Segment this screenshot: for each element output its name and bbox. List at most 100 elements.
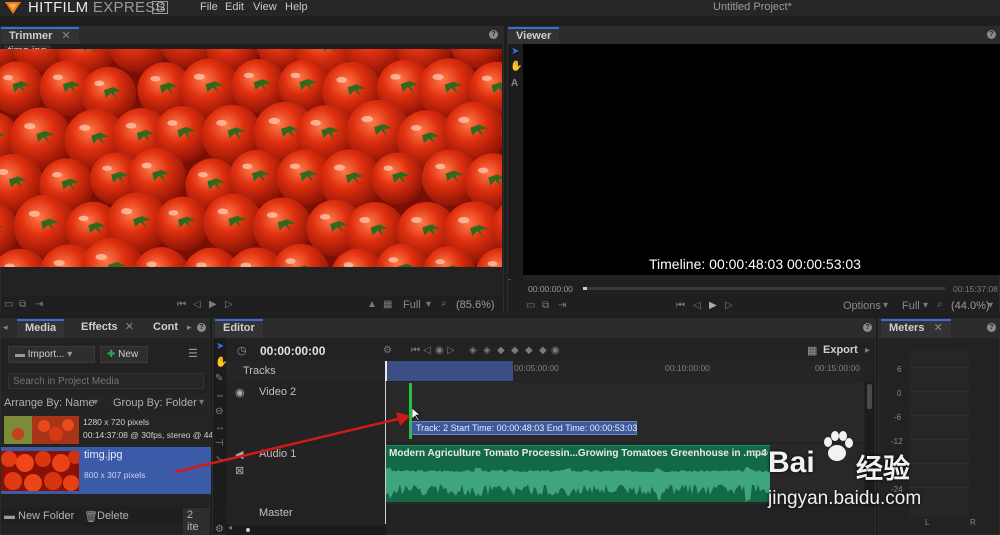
editor-timecode[interactable]: 00:00:00:00 — [260, 344, 325, 358]
scroll-thumb[interactable] — [246, 528, 250, 532]
overlay-icon[interactable]: ⇥ — [35, 299, 43, 310]
help-icon[interactable]: ? — [489, 30, 498, 39]
mark-in-icon[interactable]: ◈ — [469, 345, 477, 356]
timeline-ruler[interactable]: 00:05:00:00 00:10:00:00 00:15:00:00 — [513, 361, 863, 381]
tab-media[interactable]: Media — [17, 319, 65, 338]
group-by-select[interactable]: Group By: Folder — [113, 397, 197, 409]
chevron-down-icon[interactable]: ▾ — [988, 300, 993, 311]
viewer-zoom[interactable]: (44.0%) — [951, 300, 990, 312]
chevron-down-icon[interactable]: ▾ — [923, 300, 928, 311]
select-tool-icon[interactable]: ➤ — [511, 46, 519, 57]
viewer-quality[interactable]: Full — [902, 300, 920, 312]
link-icon[interactable]: ⊂⊃ — [752, 448, 769, 459]
export-button[interactable]: Export — [823, 344, 858, 356]
tab-viewer[interactable]: Viewer — [508, 27, 560, 44]
go-start-icon[interactable]: ⏮ — [177, 299, 186, 310]
loop-icon[interactable]: ◉ — [551, 345, 560, 356]
viewer-scrubber[interactable] — [583, 287, 945, 290]
play-icon[interactable]: ▶ — [709, 300, 717, 311]
chevron-right-icon[interactable]: ▸ — [865, 345, 870, 356]
help-icon[interactable]: ? — [863, 323, 872, 332]
step-back-icon[interactable]: ◁ — [193, 299, 201, 310]
step-back-icon[interactable]: ◁ — [423, 345, 431, 356]
tomato-highlight — [146, 261, 157, 267]
tomato-highlight — [121, 208, 133, 215]
media-search-input[interactable] — [8, 373, 204, 389]
tomato-highlight — [383, 165, 393, 171]
help-icon[interactable]: ? — [987, 323, 996, 332]
keyframe-next-icon[interactable]: ◆ — [539, 345, 547, 356]
slip-tool-icon[interactable]: ⇔ — [215, 390, 225, 401]
keyframe-icon[interactable]: ◆ — [525, 345, 533, 356]
step-forward-icon[interactable]: ▷ — [225, 299, 233, 310]
chevron-down-icon[interactable]: ▾ — [883, 300, 888, 311]
step-back-icon[interactable]: ◁ — [693, 300, 701, 311]
folder-icon: ▬ — [4, 510, 15, 522]
razor-tool-icon[interactable]: ✎ — [215, 373, 223, 384]
export-icon[interactable]: ▦ — [807, 344, 817, 357]
menu-help[interactable]: Help — [285, 1, 308, 13]
close-icon[interactable]: ✕ — [125, 321, 134, 333]
close-icon[interactable]: ✕ — [934, 322, 943, 334]
step-forward-icon[interactable]: ▷ — [447, 345, 455, 356]
scopes-icon[interactable]: ▲ — [367, 299, 377, 310]
viewer-canvas[interactable] — [523, 44, 1000, 275]
arrange-by-select[interactable]: Arrange By: Name — [4, 397, 94, 409]
chevron-down-icon: ▾ — [67, 349, 73, 360]
trimmer-zoom[interactable]: (85.6%) — [456, 299, 495, 311]
overlay-icon[interactable]: ⇥ — [558, 300, 566, 311]
help-icon[interactable]: ? — [987, 30, 996, 39]
zoom-icon[interactable]: ⌕ — [441, 298, 447, 309]
viewer-options[interactable]: Options — [843, 300, 881, 312]
track-scroll[interactable]: ◂ — [226, 523, 386, 535]
settings-icon[interactable]: ⚙ — [215, 524, 224, 535]
eye-icon[interactable]: ◉ — [235, 386, 245, 399]
grid-icon[interactable]: ▦ — [383, 299, 392, 310]
chevron-down-icon[interactable]: ▾ — [93, 397, 98, 408]
chevron-left-icon[interactable]: ◂ — [3, 322, 8, 333]
tab-effects[interactable]: Effects ✕ — [73, 319, 142, 336]
list-view-icon[interactable]: ☰ — [188, 347, 198, 360]
chevron-right-icon[interactable]: ▸ — [187, 322, 192, 333]
tab-controls[interactable]: Cont — [145, 319, 186, 336]
close-icon[interactable]: ✕ — [61, 30, 70, 42]
step-forward-icon[interactable]: ▷ — [725, 300, 733, 311]
go-start-icon[interactable]: ⏮ — [676, 300, 685, 311]
tab-meters[interactable]: Meters ✕ — [881, 319, 951, 338]
timeline-ruler-selection[interactable] — [386, 361, 513, 381]
menu-view[interactable]: View — [253, 1, 277, 13]
import-button[interactable]: ▬ Import... ▾ — [8, 346, 95, 363]
delete-button[interactable]: Delete — [97, 510, 129, 522]
hitfilm-window: HITFILM EXPRESS 12 File Edit View Help U… — [0, 0, 1000, 535]
prev-edit-icon[interactable]: ◆ — [497, 345, 505, 356]
chevron-down-icon[interactable]: ▾ — [426, 299, 431, 310]
hand-tool-icon[interactable]: ✋ — [510, 61, 522, 72]
next-edit-icon[interactable]: ◆ — [511, 345, 519, 356]
go-start-icon[interactable]: ⏮ — [411, 345, 420, 356]
play-icon[interactable]: ▶ — [209, 299, 217, 310]
tab-editor[interactable]: Editor — [215, 319, 263, 338]
text-tool-icon[interactable]: A — [511, 78, 518, 89]
vscroll-thumb[interactable] — [867, 384, 872, 409]
trimmer-quality[interactable]: Full — [403, 299, 421, 311]
chevron-down-icon[interactable]: ▾ — [199, 397, 204, 408]
scrub-head[interactable] — [583, 287, 587, 290]
insert-icon[interactable]: ⧉ — [19, 299, 26, 310]
select-tool-icon[interactable]: ➤ — [216, 341, 224, 352]
new-folder-button[interactable]: New Folder — [18, 510, 74, 522]
menu-edit[interactable]: Edit — [225, 1, 244, 13]
insert-icon[interactable]: ⧉ — [542, 300, 549, 311]
render-icon[interactable]: ⚙ — [383, 345, 392, 356]
tab-trimmer[interactable]: Trimmer ✕ — [1, 27, 79, 44]
chevron-left-icon[interactable]: ◂ — [228, 523, 232, 532]
screen-icon[interactable]: ▭ — [4, 299, 13, 310]
playhead-handle[interactable] — [385, 361, 387, 381]
menu-file[interactable]: File — [200, 1, 218, 13]
ruler-tick: 00:10:00:00 — [665, 363, 710, 373]
new-button[interactable]: ✚ New — [100, 346, 148, 363]
screen-icon[interactable]: ▭ — [526, 300, 535, 311]
mark-out-icon[interactable]: ◈ — [483, 345, 491, 356]
help-icon[interactable]: ? — [197, 323, 206, 332]
zoom-icon[interactable]: ⌕ — [937, 299, 943, 310]
record-icon[interactable]: ◉ — [435, 345, 444, 356]
